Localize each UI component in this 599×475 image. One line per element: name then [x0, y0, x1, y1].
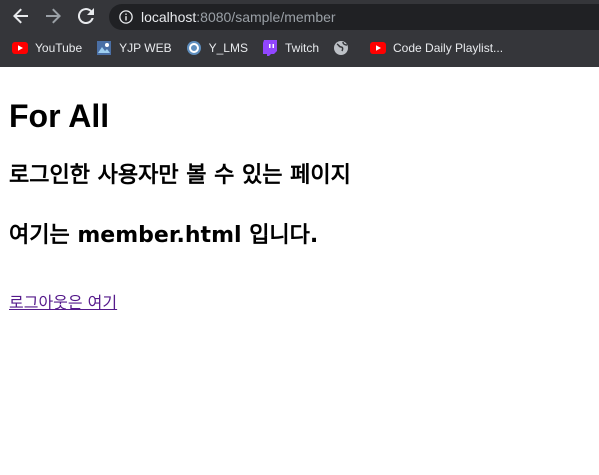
page-description: 여기는 member.html 입니다. [9, 223, 319, 248]
bookmark-y-lms[interactable]: Y_LMS [186, 37, 248, 59]
globe-icon [333, 40, 349, 56]
lms-icon [186, 40, 202, 56]
bookmark-yjp-web[interactable]: YJP WEB [96, 37, 172, 59]
bookmark-code-daily-playlist[interactable]: Code Daily Playlist... [370, 37, 503, 59]
yjp-web-icon [96, 40, 112, 56]
forward-arrow-icon [46, 8, 61, 24]
page-subtitle: 로그인한 사용자만 볼 수 있는 페이지 [9, 163, 351, 188]
twitch-icon [262, 40, 278, 56]
reload-icon [78, 8, 94, 24]
bookmark-label: YJP WEB [119, 41, 172, 55]
bookmark-label: Twitch [284, 41, 319, 55]
address-bar[interactable]: localhost:8080/sample/member [109, 4, 599, 30]
reload-button[interactable] [76, 6, 96, 26]
bookmark-twitch[interactable]: Twitch [262, 37, 319, 59]
youtube-icon [370, 40, 386, 56]
youtube-icon [12, 40, 28, 56]
url-text: localhost:8080/sample/member [141, 9, 336, 25]
browser-chrome: localhost:8080/sample/member YouTube YJP… [0, 0, 599, 67]
back-button[interactable] [11, 6, 31, 26]
browser-toolbar: localhost:8080/sample/member [0, 0, 599, 33]
bookmark-label: Code Daily Playlist... [393, 41, 504, 55]
bookmark-globe[interactable] [333, 37, 356, 59]
back-arrow-icon [13, 8, 28, 24]
logout-link[interactable]: 로그아웃은 여기 [9, 289, 117, 313]
forward-button[interactable] [43, 6, 63, 26]
url-host: localhost [141, 9, 197, 25]
bookmark-label: YouTube [35, 41, 83, 55]
page-title: For All [9, 98, 110, 134]
bookmark-label: Y_LMS [208, 41, 248, 55]
bookmark-youtube[interactable]: YouTube [12, 37, 82, 59]
url-path: :8080/sample/member [196, 9, 336, 25]
page-content: For All 로그인한 사용자만 볼 수 있는 페이지 여기는 member.… [0, 98, 599, 313]
info-icon[interactable] [119, 10, 133, 24]
bookmarks-bar: YouTube YJP WEB Y_LMS Twitch Code Daily … [0, 33, 599, 63]
